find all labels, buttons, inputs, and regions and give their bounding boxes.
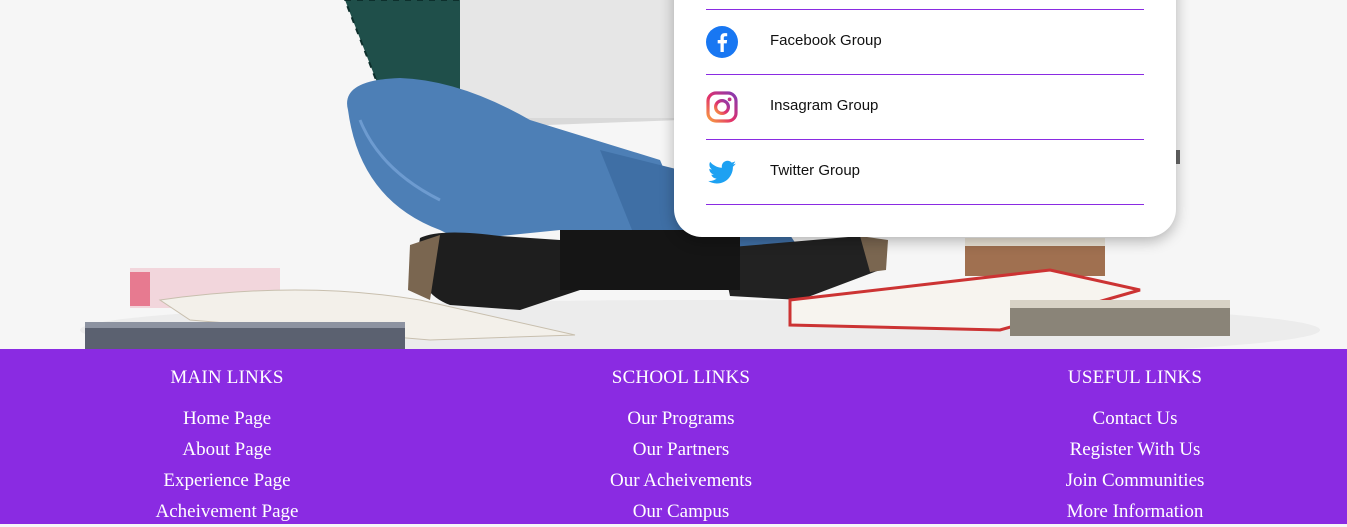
social-groups-card: Facebook Group Insagram Group Twitter Gr… bbox=[674, 0, 1176, 237]
footer-column-title: MAIN LINKS bbox=[170, 367, 284, 388]
footer-link-contact-us[interactable]: Contact Us bbox=[975, 403, 1295, 434]
footer-column-title: SCHOOL LINKS bbox=[611, 367, 751, 388]
facebook-group-label: Facebook Group bbox=[770, 32, 882, 49]
footer-column-title: USEFUL LINKS bbox=[1067, 367, 1203, 388]
instagram-group-link[interactable]: Insagram Group bbox=[706, 74, 1144, 139]
footer-column-school-links: SCHOOL LINKS Our Programs Our Partners O… bbox=[521, 367, 841, 527]
footer-link-our-acheivements[interactable]: Our Acheivements bbox=[521, 465, 841, 496]
footer-link-our-partners[interactable]: Our Partners bbox=[521, 434, 841, 465]
footer-column-useful-links: USEFUL LINKS Contact Us Register With Us… bbox=[975, 367, 1295, 527]
footer-link-join-communities[interactable]: Join Communities bbox=[975, 465, 1295, 496]
social-groups-list: Facebook Group Insagram Group Twitter Gr… bbox=[706, 9, 1144, 205]
facebook-group-link[interactable]: Facebook Group bbox=[706, 9, 1144, 74]
footer-link-register-with-us[interactable]: Register With Us bbox=[975, 434, 1295, 465]
facebook-icon bbox=[706, 26, 738, 58]
footer-column-main-links: MAIN LINKS Home Page About Page Experien… bbox=[67, 367, 387, 527]
footer-link-our-campus[interactable]: Our Campus bbox=[521, 496, 841, 527]
site-footer: MAIN LINKS Home Page About Page Experien… bbox=[0, 349, 1347, 524]
footer-link-about-page[interactable]: About Page bbox=[67, 434, 387, 465]
twitter-group-link[interactable]: Twitter Group bbox=[706, 139, 1144, 205]
footer-link-experience-page[interactable]: Experience Page bbox=[67, 465, 387, 496]
twitter-group-label: Twitter Group bbox=[770, 162, 861, 179]
instagram-icon bbox=[706, 91, 738, 123]
footer-link-more-information[interactable]: More Information bbox=[975, 496, 1295, 527]
twitter-icon bbox=[708, 160, 736, 184]
footer-link-our-programs[interactable]: Our Programs bbox=[521, 403, 841, 434]
instagram-group-label: Insagram Group bbox=[770, 97, 879, 114]
footer-link-home-page[interactable]: Home Page bbox=[67, 403, 387, 434]
footer-link-acheivement-page[interactable]: Acheivement Page bbox=[67, 496, 387, 527]
